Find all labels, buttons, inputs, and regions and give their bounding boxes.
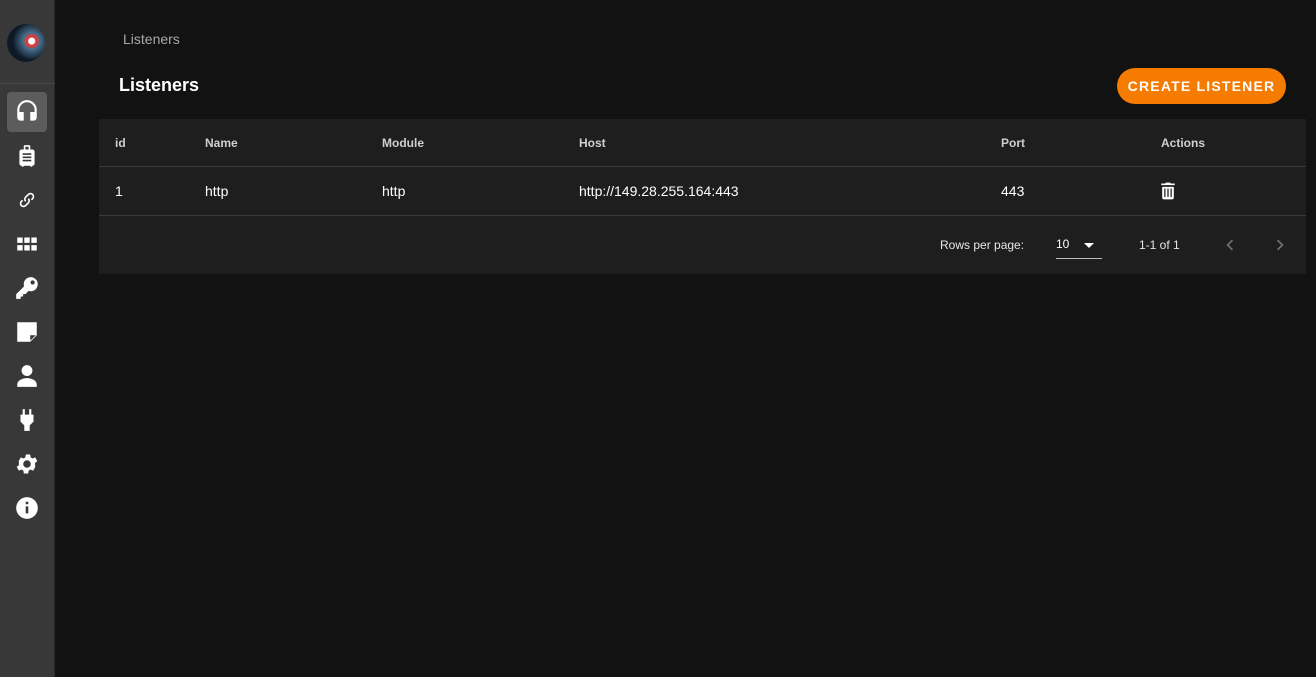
table-pagination: Rows per page: 10 1-1 of 1 — [99, 216, 1306, 274]
column-header-id[interactable]: id — [115, 119, 126, 166]
chevron-left-icon — [1226, 239, 1234, 251]
person-icon — [17, 365, 37, 387]
sidebar-item-users[interactable] — [7, 356, 47, 396]
apps-grid-icon — [17, 237, 37, 251]
key-icon — [16, 277, 38, 299]
trash-icon — [1161, 182, 1175, 200]
app-root: Listeners Listeners CREATE LISTENER id N… — [0, 0, 1316, 677]
listeners-table: id Name Module Host Port Actions 1 http … — [99, 119, 1306, 274]
sidebar-item-about[interactable] — [7, 488, 47, 528]
cell-host: http://149.28.255.164:443 — [579, 183, 739, 199]
column-header-port[interactable]: Port — [1001, 119, 1025, 166]
cell-port: 443 — [1001, 183, 1025, 199]
delete-listener-button[interactable] — [1156, 179, 1180, 203]
column-header-host[interactable]: Host — [579, 119, 606, 166]
page-title: Listeners — [119, 75, 200, 95]
column-header-module[interactable]: Module — [382, 119, 424, 166]
cell-actions — [1156, 167, 1180, 215]
cell-name: http — [205, 183, 229, 199]
chevron-right-icon — [1276, 239, 1284, 251]
plug-icon — [20, 409, 34, 431]
sidebar-item-links[interactable] — [7, 180, 47, 220]
link-icon — [19, 192, 35, 208]
column-header-name[interactable]: Name — [205, 119, 238, 166]
info-icon — [16, 497, 38, 519]
cell-id: 1 — [115, 183, 123, 199]
caret-down-icon — [1084, 243, 1094, 248]
sidebar-divider — [0, 83, 55, 84]
table-row[interactable]: 1 http http http://149.28.255.164:443 44… — [99, 167, 1306, 216]
sidebar-item-listeners[interactable] — [7, 92, 47, 132]
luggage-icon — [19, 145, 35, 167]
gear-icon — [16, 454, 38, 474]
sidebar-item-settings[interactable] — [7, 444, 47, 484]
sidebar-item-modules[interactable] — [7, 224, 47, 264]
sidebar — [0, 0, 55, 677]
rows-per-page-label: Rows per page: — [940, 238, 1025, 252]
sidebar-item-reporting[interactable] — [7, 312, 47, 352]
avatar[interactable] — [7, 24, 45, 62]
breadcrumb[interactable]: Listeners — [123, 31, 180, 47]
create-listener-button[interactable]: CREATE LISTENER — [1117, 68, 1286, 104]
table-header-row: id Name Module Host Port Actions — [99, 119, 1306, 167]
sticky-note-icon — [17, 322, 37, 342]
previous-page-button[interactable] — [1215, 230, 1245, 260]
rows-per-page-value: 10 — [1056, 237, 1070, 251]
next-page-button[interactable] — [1265, 230, 1295, 260]
column-header-actions: Actions — [1161, 135, 1206, 150]
cell-module: http — [382, 183, 406, 199]
sidebar-item-payloads[interactable] — [7, 136, 47, 176]
sidebar-item-credentials[interactable] — [7, 268, 47, 308]
sidebar-item-plugins[interactable] — [7, 400, 47, 440]
headset-icon — [17, 100, 37, 121]
rows-per-page-select[interactable]: 10 — [1056, 230, 1102, 259]
pagination-range: 1-1 of 1 — [1139, 238, 1180, 252]
